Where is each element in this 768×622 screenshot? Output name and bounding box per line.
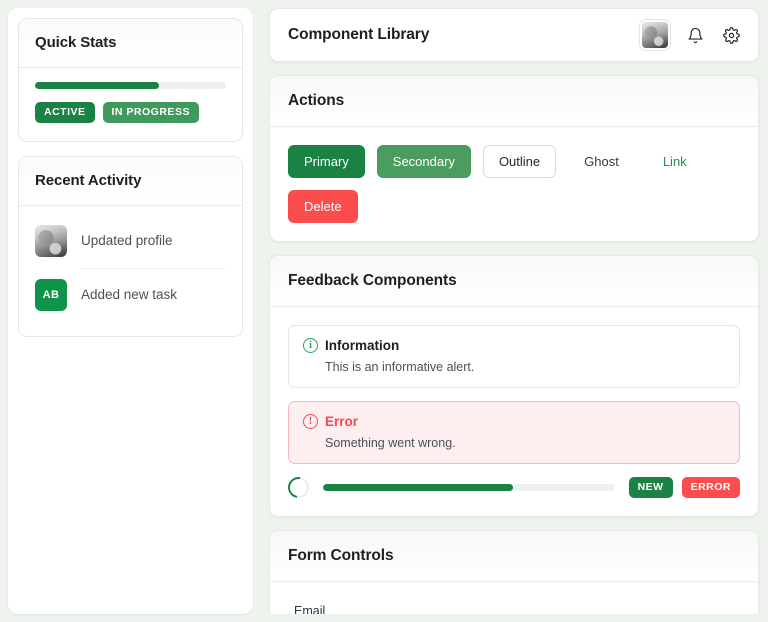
quick-stats-progress-fill <box>35 82 160 89</box>
avatar <box>35 224 67 257</box>
list-item-label: Added new task <box>81 287 178 302</box>
info-circle-icon: i <box>303 338 318 353</box>
info-alert: i Information This is an informative ale… <box>288 325 740 388</box>
link-button[interactable]: Link <box>647 145 703 178</box>
header-actions <box>640 20 742 50</box>
email-label: Email <box>294 604 326 614</box>
feedback-badges: NEW ERROR <box>628 477 740 498</box>
form-controls-header: Form Controls <box>270 531 758 582</box>
gear-icon[interactable] <box>720 24 742 46</box>
error-alert-title: Error <box>325 414 359 429</box>
app-header: Component Library <box>269 8 759 62</box>
actions-body: Primary Secondary Outline Ghost Link Del… <box>270 127 758 241</box>
quick-stats-title: Quick Stats <box>35 34 117 51</box>
error-alert-head: ! Error <box>303 414 725 429</box>
app-root: Quick Stats ACTIVE IN PROGRESS Recent Ac… <box>0 0 768 622</box>
bell-icon[interactable] <box>684 24 706 46</box>
recent-activity-title: Recent Activity <box>35 171 142 189</box>
quick-stats-progress-bar <box>35 82 226 89</box>
actions-card: Actions Primary Secondary Outline Ghost … <box>269 75 759 242</box>
ghost-button[interactable]: Ghost <box>568 145 635 178</box>
status-badge-in-progress: IN PROGRESS <box>102 102 199 123</box>
error-alert-body: Something went wrong. <box>325 436 456 450</box>
recent-activity-card: Recent Activity Updated profile AB Added… <box>18 155 243 337</box>
form-controls-title: Form Controls <box>288 547 394 564</box>
list-item[interactable]: Updated profile <box>35 214 226 268</box>
primary-button[interactable]: Primary <box>288 145 365 178</box>
error-alert: ! Error Something went wrong. <box>288 401 740 464</box>
status-badge-error: ERROR <box>681 477 740 498</box>
page-title: Component Library <box>288 26 430 43</box>
info-alert-title: Information <box>325 338 400 353</box>
info-alert-body: This is an informative alert. <box>325 360 475 374</box>
delete-button[interactable]: Delete <box>288 190 358 223</box>
action-buttons: Primary Secondary Outline Ghost Link Del… <box>288 145 740 223</box>
status-badge-active: ACTIVE <box>35 102 95 123</box>
recent-activity-header: Recent Activity <box>19 156 242 206</box>
quick-stats-card: Quick Stats ACTIVE IN PROGRESS <box>18 18 243 142</box>
user-avatar[interactable] <box>640 20 670 50</box>
error-circle-icon: ! <box>303 414 318 429</box>
main-content: Component Library Actions Primary Second… <box>269 8 760 614</box>
status-badge-new: NEW <box>628 477 673 498</box>
form-controls-body: Email <box>270 582 758 614</box>
feedback-title: Feedback Components <box>288 272 457 289</box>
feedback-body: i Information This is an informative ale… <box>270 307 758 516</box>
feedback-progress-bar <box>323 484 615 491</box>
progress-row: NEW ERROR <box>283 472 740 503</box>
quick-stats-body: ACTIVE IN PROGRESS <box>19 68 242 141</box>
actions-title: Actions <box>288 92 345 109</box>
secondary-button[interactable]: Secondary <box>376 145 471 178</box>
sidebar: Quick Stats ACTIVE IN PROGRESS Recent Ac… <box>8 8 253 614</box>
quick-stats-header: Quick Stats <box>19 19 242 68</box>
feedback-card: Feedback Components i Information This i… <box>269 255 759 517</box>
actions-header: Actions <box>270 76 758 127</box>
feedback-header: Feedback Components <box>270 256 758 307</box>
list-item[interactable]: AB Added new task <box>35 267 226 322</box>
outline-button[interactable]: Outline <box>482 145 557 178</box>
loading-spinner <box>283 472 314 503</box>
feedback-progress-fill <box>323 484 513 491</box>
list-item-label: Updated profile <box>81 233 173 248</box>
form-controls-card: Form Controls Email <box>269 530 759 614</box>
avatar: AB <box>35 278 67 311</box>
info-alert-head: i Information <box>303 338 725 353</box>
recent-activity-list: Updated profile AB Added new task <box>19 206 242 336</box>
quick-stats-badges: ACTIVE IN PROGRESS <box>35 102 226 123</box>
